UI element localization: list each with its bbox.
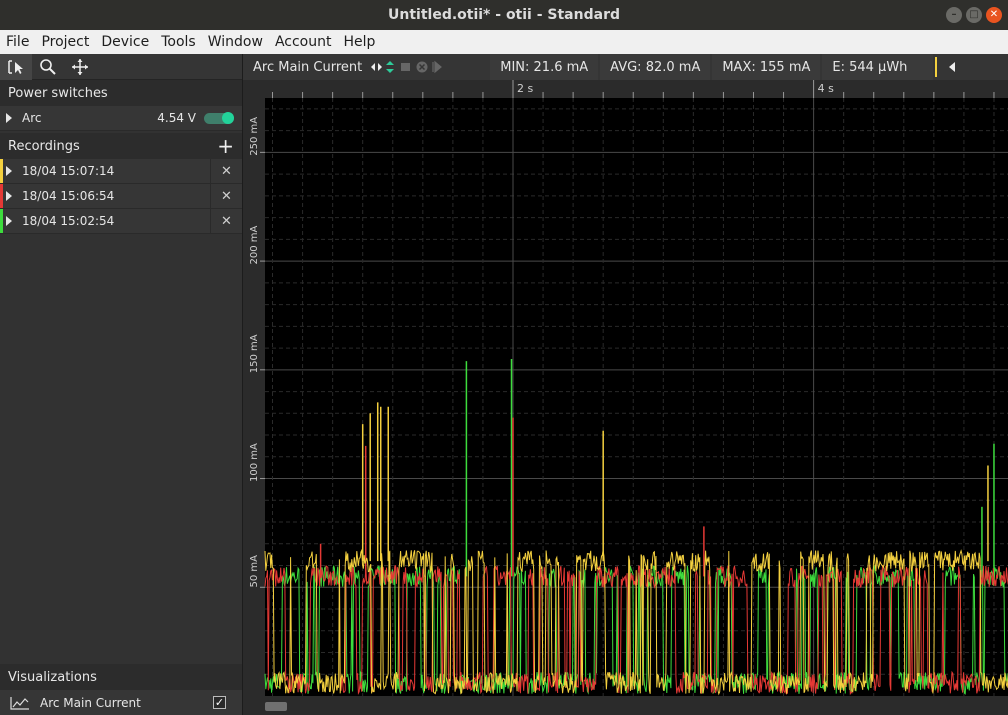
recording-label: 18/04 15:07:14	[22, 164, 115, 178]
y-tick-label: 150 mA	[249, 334, 260, 373]
menu-window[interactable]: Window	[202, 34, 269, 50]
step-forward-icon[interactable]	[432, 60, 443, 74]
stat-energy: E: 544 µWh	[822, 54, 934, 80]
stat-min: MIN: 21.6 mA	[490, 54, 599, 80]
power-switches-header: Power switches	[0, 80, 242, 106]
x-tick-label: 2 s	[517, 82, 533, 95]
title-bar: Untitled.otii* - otii - Standard – □ ✕	[0, 0, 1008, 30]
minimize-button[interactable]: –	[946, 7, 962, 23]
recording-item[interactable]: 18/04 15:06:54 ✕	[0, 184, 242, 209]
select-tool-button[interactable]	[0, 53, 32, 80]
power-switches-title: Power switches	[8, 85, 108, 101]
stat-avg: AVG: 82.0 mA	[600, 54, 711, 80]
menu-file[interactable]: File	[0, 34, 35, 50]
select-tool-icon	[8, 59, 23, 74]
expand-icon[interactable]	[6, 166, 12, 176]
graph-panel: Arc Main Current MIN: 21.6 mA AVG: 82.0 …	[242, 54, 1008, 715]
y-tick-label: 100 mA	[249, 443, 260, 482]
zoom-icon	[40, 58, 56, 75]
horizontal-scrollbar[interactable]	[265, 702, 287, 711]
menu-bar: File Project Device Tools Window Account…	[0, 30, 1008, 54]
collapse-panel-icon[interactable]	[949, 62, 956, 72]
zoom-tool-button[interactable]	[32, 54, 64, 80]
recording-label: 18/04 15:02:54	[22, 214, 115, 228]
menu-help[interactable]: Help	[337, 34, 381, 50]
menu-project[interactable]: Project	[35, 34, 95, 50]
maximize-button[interactable]: □	[966, 7, 982, 23]
expand-icon[interactable]	[6, 191, 12, 201]
current-chart[interactable]: 50 mA 100 mA 150 mA 200 mA 250 mA	[243, 98, 1008, 698]
recording-item[interactable]: 18/04 15:02:54 ✕	[0, 209, 242, 234]
pan-tool-button[interactable]	[64, 54, 96, 80]
visualization-checkbox[interactable]: ✓	[213, 696, 226, 709]
graph-controls	[371, 60, 443, 74]
y-axis-strip	[243, 98, 265, 698]
add-recording-icon[interactable]: +	[217, 136, 234, 156]
close-button[interactable]: ✕	[986, 7, 1002, 23]
recording-color-marker	[0, 159, 3, 183]
recording-label: 18/04 15:06:54	[22, 189, 115, 203]
close-icon[interactable]: ✕	[210, 159, 242, 183]
expand-icon[interactable]	[6, 216, 12, 226]
close-icon[interactable]: ✕	[210, 209, 242, 233]
recording-color-marker	[0, 209, 3, 233]
recordings-header: Recordings +	[0, 133, 242, 159]
tool-bar	[0, 53, 242, 80]
visualizations-header: Visualizations	[0, 664, 242, 690]
expand-icon[interactable]	[6, 113, 12, 123]
stat-max: MAX: 155 mA	[712, 54, 821, 80]
y-tick-label: 200 mA	[249, 226, 260, 265]
menu-account[interactable]: Account	[269, 34, 338, 50]
stop-icon[interactable]	[401, 63, 411, 71]
device-voltage: 4.54 V	[157, 111, 196, 125]
time-ruler: 2 s 4 s	[272, 80, 995, 98]
y-tick-label: 50 mA	[249, 555, 260, 588]
device-name: Arc	[22, 111, 42, 125]
recording-item[interactable]: 18/04 15:07:14 ✕	[0, 159, 242, 184]
graph-header: Arc Main Current MIN: 21.6 mA AVG: 82.0 …	[243, 54, 1008, 80]
menu-device[interactable]: Device	[95, 34, 155, 50]
power-switch-row-arc[interactable]: Arc 4.54 V	[0, 106, 242, 131]
visualization-label: Arc Main Current	[40, 695, 141, 710]
vertical-fit-icon[interactable]	[386, 61, 395, 73]
y-tick-label: 250 mA	[249, 117, 260, 156]
cancel-icon[interactable]	[416, 61, 428, 73]
horizontal-fit-icon[interactable]	[371, 63, 383, 71]
window-title: Untitled.otii* - otii - Standard	[388, 7, 620, 23]
line-chart-icon	[10, 696, 29, 710]
visualizations-title: Visualizations	[8, 669, 97, 685]
channel-name: Arc Main Current	[253, 59, 363, 75]
x-tick-label: 4 s	[818, 82, 834, 95]
visualization-item[interactable]: Arc Main Current ✓	[0, 690, 242, 715]
power-toggle[interactable]	[204, 111, 234, 124]
cursor-marker	[935, 57, 938, 77]
left-panel: Power switches Arc 4.54 V Recordings + 1…	[0, 53, 242, 715]
pan-icon	[72, 58, 88, 75]
recordings-title: Recordings	[8, 138, 80, 154]
close-icon[interactable]: ✕	[210, 184, 242, 208]
recording-color-marker	[0, 184, 3, 208]
menu-tools[interactable]: Tools	[155, 34, 202, 50]
